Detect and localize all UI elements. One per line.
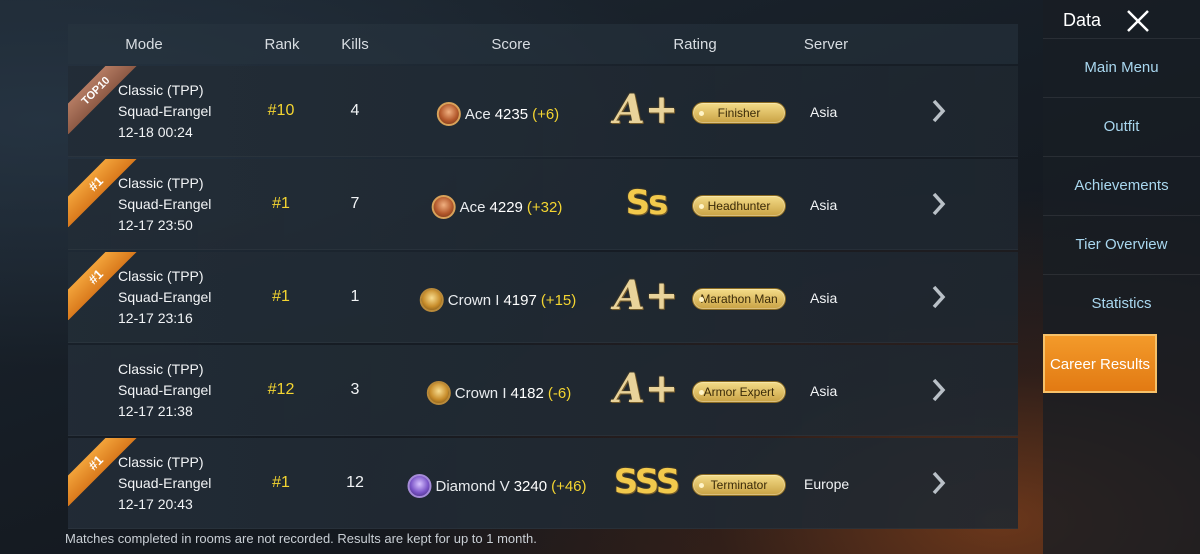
nav-career-results[interactable]: Career Results (1043, 334, 1157, 393)
header-server: Server (803, 36, 849, 53)
match-score: Crown I 4182 (-6) (426, 381, 572, 405)
match-server: Asia (810, 290, 838, 306)
nav-outfit[interactable]: Outfit (1043, 97, 1200, 156)
rating-grade: A+ (613, 365, 679, 412)
match-date: 12-17 21:38 (118, 403, 193, 419)
score-value: 4182 (510, 384, 544, 402)
match-row[interactable]: Classic (TPP) Squad-Erangel 12-17 21:38 … (68, 345, 1018, 436)
score-delta: (-6) (547, 384, 572, 402)
mode-name: Classic (TPP) (118, 361, 204, 377)
match-server: Asia (810, 197, 838, 213)
rating-grade: SSS (613, 462, 680, 502)
nav-achievements[interactable]: Achievements (1043, 156, 1200, 215)
table-header: Mode Rank Kills Score Rating Server (68, 24, 1018, 64)
nav-main-menu[interactable]: Main Menu (1043, 38, 1200, 97)
match-rank: #10 (267, 102, 295, 119)
mode-name: Classic (TPP) (118, 82, 204, 98)
match-date: 12-17 23:16 (118, 310, 193, 326)
chevron-right-icon[interactable] (923, 282, 953, 312)
match-mode: Classic (TPP) Squad-Erangel 12-18 00:24 (118, 80, 258, 143)
score-value: 4197 (503, 291, 537, 309)
score-delta: (+32) (526, 198, 563, 216)
match-date: 12-18 00:24 (118, 124, 193, 140)
rating-badge: Headhunter (692, 195, 786, 217)
map-name: Squad-Erangel (118, 289, 212, 305)
chevron-right-icon[interactable] (923, 96, 953, 126)
rating-grade: A+ (613, 86, 679, 133)
header-mode: Mode (125, 36, 163, 53)
match-server: Asia (810, 104, 838, 120)
tier-name: Crown I (447, 291, 500, 309)
match-mode: Classic (TPP) Squad-Erangel 12-17 23:16 (118, 266, 258, 329)
score-delta: (+15) (540, 291, 577, 309)
panel-title: Data (1063, 10, 1102, 30)
chevron-right-icon[interactable] (923, 189, 953, 219)
match-mode: Classic (TPP) Squad-Erangel 12-17 23:50 (118, 173, 258, 236)
crown-tier-icon (419, 288, 444, 312)
rating-badge: Armor Expert (692, 381, 786, 403)
match-server: Asia (810, 383, 838, 399)
rating-grade: Ss (625, 183, 669, 223)
match-date: 12-17 23:50 (118, 217, 193, 233)
header-kills: Kills (341, 36, 369, 53)
match-mode: Classic (TPP) Squad-Erangel 12-17 20:43 (118, 452, 258, 515)
ace-tier-icon (436, 102, 461, 126)
header-rank: Rank (264, 36, 300, 53)
map-name: Squad-Erangel (118, 382, 212, 398)
map-name: Squad-Erangel (118, 103, 212, 119)
score-value: 3240 (513, 477, 548, 495)
career-results-table: Mode Rank Kills Score Rating Server TOP1… (68, 24, 1018, 529)
rating-badge: Finisher (692, 102, 786, 124)
retention-note: Matches completed in rooms are not recor… (65, 531, 537, 546)
nav-statistics[interactable]: Statistics (1043, 274, 1200, 333)
score-delta: (+6) (532, 105, 560, 123)
tier-name: Ace (459, 198, 486, 216)
header-score: Score (491, 36, 531, 53)
match-score: Diamond V 3240 (+46) (407, 474, 587, 498)
match-score: Crown I 4197 (+15) (419, 288, 577, 312)
match-rank: #1 (272, 288, 290, 305)
match-row[interactable]: TOP10 Classic (TPP) Squad-Erangel 12-18 … (68, 66, 1018, 157)
match-date: 12-17 20:43 (118, 496, 193, 512)
header-rating: Rating (673, 36, 717, 53)
ace-tier-icon (431, 195, 456, 219)
match-kills: 12 (346, 474, 364, 491)
score-value: 4229 (489, 198, 523, 216)
close-icon[interactable] (1125, 8, 1151, 34)
map-name: Squad-Erangel (118, 196, 212, 212)
rating-grade: A+ (613, 272, 679, 319)
mode-name: Classic (TPP) (118, 175, 204, 191)
tier-name: Crown I (454, 384, 507, 402)
match-row[interactable]: #1 Classic (TPP) Squad-Erangel 12-17 23:… (68, 159, 1018, 250)
chevron-right-icon[interactable] (923, 468, 953, 498)
mode-name: Classic (TPP) (118, 454, 204, 470)
match-row[interactable]: #1 Classic (TPP) Squad-Erangel 12-17 20:… (68, 438, 1018, 529)
match-mode: Classic (TPP) Squad-Erangel 12-17 21:38 (118, 359, 258, 422)
tier-name: Ace (464, 105, 491, 123)
diamond-tier-icon (407, 474, 432, 498)
score-delta: (+46) (551, 477, 587, 495)
map-name: Squad-Erangel (118, 475, 212, 491)
nav-tier-overview[interactable]: Tier Overview (1043, 215, 1200, 274)
match-rank: #12 (267, 381, 295, 398)
match-kills: 3 (350, 381, 360, 398)
match-row[interactable]: #1 Classic (TPP) Squad-Erangel 12-17 23:… (68, 252, 1018, 343)
crown-tier-icon (426, 381, 451, 405)
match-kills: 7 (350, 195, 360, 212)
match-rank: #1 (272, 195, 290, 212)
match-score: Ace 4229 (+32) (431, 195, 563, 219)
data-side-panel: Data Main Menu Outfit Achievements Tier … (1043, 0, 1200, 554)
match-kills: 4 (350, 102, 360, 119)
chevron-right-icon[interactable] (923, 375, 953, 405)
rating-badge: Terminator (692, 474, 786, 496)
match-rank: #1 (272, 474, 290, 491)
score-value: 4235 (494, 105, 529, 123)
mode-name: Classic (TPP) (118, 268, 204, 284)
match-server: Europe (804, 476, 850, 492)
match-kills: 1 (350, 288, 360, 305)
match-score: Ace 4235 (+6) (436, 102, 560, 126)
tier-name: Diamond V (435, 477, 510, 495)
rating-badge: Marathon Man (692, 288, 786, 310)
